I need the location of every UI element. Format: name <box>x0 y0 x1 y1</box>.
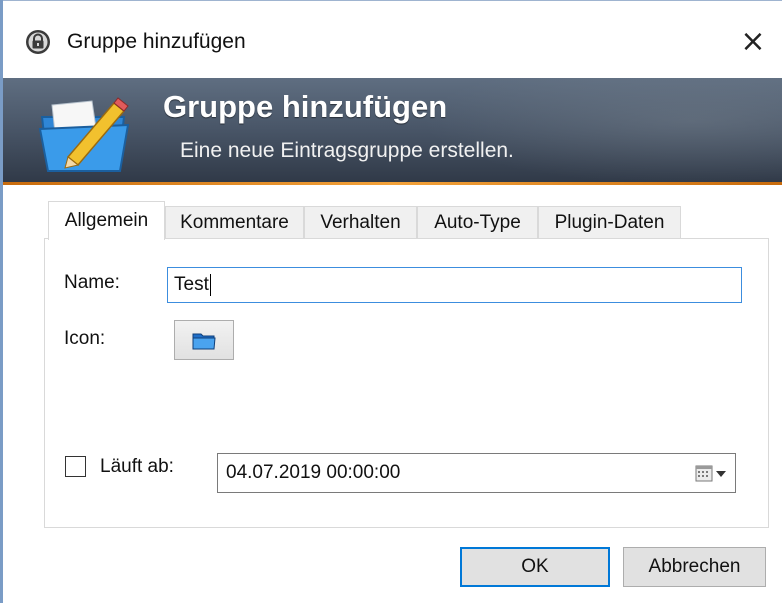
expires-checkbox[interactable] <box>65 456 86 477</box>
window-title: Gruppe hinzufügen <box>67 30 246 53</box>
keepass-lock-icon <box>26 30 50 54</box>
icon-picker-button[interactable] <box>174 320 234 360</box>
tab-plugin-daten[interactable]: Plugin-Daten <box>538 206 681 239</box>
cancel-button[interactable]: Abbrechen <box>623 547 766 587</box>
name-input-value: Test <box>174 274 209 295</box>
text-caret <box>209 273 211 296</box>
ok-button[interactable]: OK <box>460 547 610 587</box>
banner-shade <box>422 78 782 185</box>
name-input[interactable]: Test <box>167 267 742 303</box>
banner-subtitle: Eine neue Eintragsgruppe erstellen. <box>180 139 514 162</box>
banner-accent-line <box>3 182 782 185</box>
name-label: Name: <box>64 272 120 293</box>
banner-title: Gruppe hinzufügen <box>163 89 448 124</box>
expiry-datetime-value: 04.07.2019 00:00:00 <box>226 462 401 483</box>
tab-verhalten[interactable]: Verhalten <box>304 206 417 239</box>
icon-label: Icon: <box>64 328 106 349</box>
title-bar[interactable]: Gruppe hinzufügen × <box>3 1 782 78</box>
folder-icon <box>192 333 216 350</box>
tab-kommentare[interactable]: Kommentare <box>165 206 304 239</box>
tab-allgemein[interactable]: Allgemein <box>48 201 165 240</box>
expires-label[interactable]: Läuft ab: <box>100 456 174 478</box>
expiry-datetime-picker[interactable]: 04.07.2019 00:00:00 <box>217 453 736 493</box>
calendar-dropdown-icon[interactable] <box>695 463 729 483</box>
tab-auto-type[interactable]: Auto-Type <box>417 206 538 239</box>
folder-pencil-icon <box>38 97 130 172</box>
dialog-banner: Gruppe hinzufügen Eine neue Eintragsgrup… <box>3 78 782 185</box>
close-icon[interactable]: × <box>738 25 768 59</box>
